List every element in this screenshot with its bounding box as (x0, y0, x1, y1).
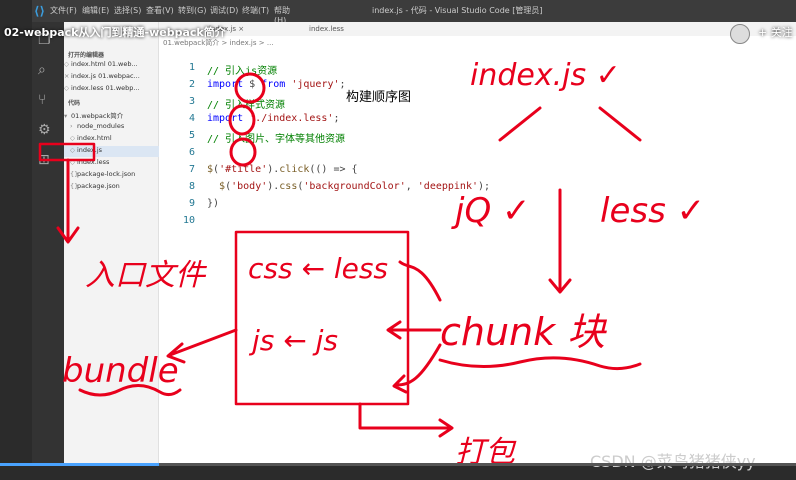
circle-mark (234, 72, 266, 104)
video-progress-bar[interactable] (0, 463, 796, 466)
arrow-chunk-less (398, 260, 442, 302)
circle-mark (229, 137, 257, 167)
handwriting-css-less: css ← less (248, 252, 388, 285)
underline-squiggle (438, 356, 642, 371)
handwriting-index-js: index.js ✓ (470, 58, 621, 93)
arrow-chunk-box (386, 320, 442, 340)
handwriting-less: less ✓ (600, 191, 705, 231)
diagram-title: 构建顺序图 (346, 90, 412, 105)
watermark: CSDN @菜鸟猪猪侠yy (590, 452, 756, 471)
follow-button[interactable]: + 关注 (758, 24, 793, 40)
arrow-to-package (358, 402, 454, 438)
arrow-chunk-js (392, 343, 442, 394)
arrow-down (56, 158, 80, 244)
avatar[interactable] (730, 24, 750, 44)
video-frame: ⟨⟩ 文件(F) 编辑(E) 选择(S) 查看(V) 转到(G) 调试(D) 终… (0, 0, 796, 480)
handwriting-bundle: bundle (62, 351, 179, 391)
video-progress-fill (0, 463, 160, 466)
handwriting-annotations: index.js ✓ jQ ✓ less ✓ 入口文件 bundle css ←… (38, 58, 705, 470)
tree-line-right (598, 106, 642, 142)
handwriting-jq: jQ ✓ (451, 191, 531, 231)
index-js-highlight-box (38, 142, 96, 162)
circle-mark (228, 104, 256, 136)
handwriting-entry-file: 入口文件 (85, 258, 208, 293)
arrow-less-chunk (548, 188, 572, 294)
handwriting-chunk: chunk 块 (440, 310, 607, 354)
tree-line-left (498, 106, 542, 142)
video-title: 02-webpack从入门到精通-webpack简介 (4, 26, 226, 39)
handwriting-js-js: js ← js (248, 324, 338, 357)
